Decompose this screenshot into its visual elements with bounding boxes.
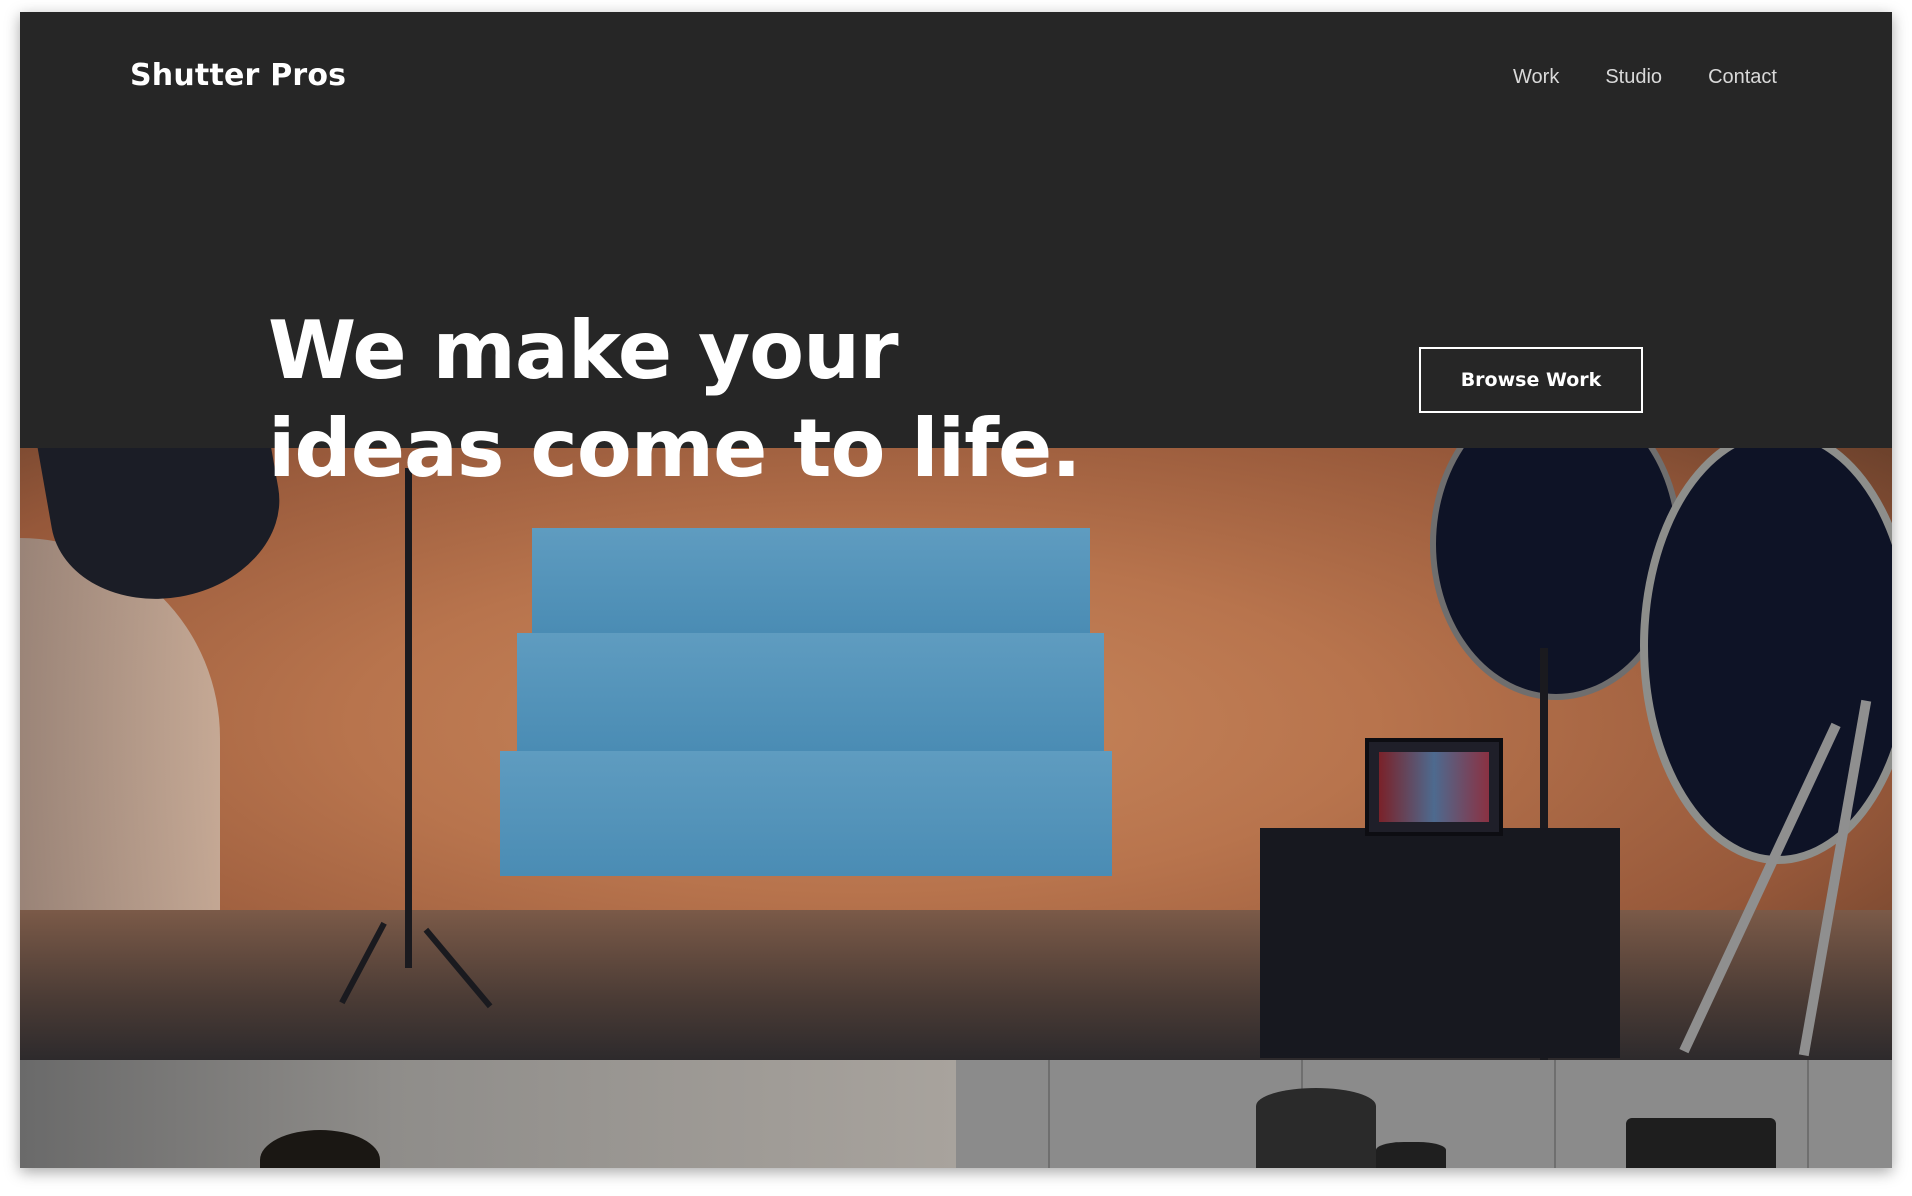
laptop xyxy=(1365,738,1503,836)
lens-hood-large xyxy=(1256,1088,1376,1168)
wall-panel-line xyxy=(1554,1060,1556,1168)
equipment-cart xyxy=(1260,828,1620,1058)
nav-link-work[interactable]: Work xyxy=(1513,66,1559,89)
thumbnail-gear[interactable] xyxy=(956,1060,1892,1168)
blue-step-bottom-right xyxy=(812,751,1112,876)
hero-headline: We make your ideas come to life. xyxy=(268,302,1082,498)
main-nav: Work Studio Contact xyxy=(1513,66,1777,89)
hero-studio-image xyxy=(20,448,1892,1060)
nav-link-studio[interactable]: Studio xyxy=(1605,66,1662,89)
wall-panel-line xyxy=(1807,1060,1809,1168)
nav-link-contact[interactable]: Contact xyxy=(1708,66,1777,89)
laptop-screen xyxy=(1379,752,1489,822)
page-frame: Shutter Pros Work Studio Contact We make… xyxy=(20,12,1892,1168)
hero-headline-line-2: ideas come to life. xyxy=(268,402,1082,495)
blue-step-middle-left xyxy=(517,633,814,751)
thumbnail-portrait[interactable] xyxy=(20,1060,956,1168)
blue-step-bottom-left xyxy=(500,751,814,876)
lens-small xyxy=(1376,1142,1446,1168)
backdrop-curtain xyxy=(20,538,220,958)
hero-headline-line-1: We make your xyxy=(268,304,899,397)
subject-hair xyxy=(260,1130,380,1168)
browse-work-button[interactable]: Browse Work xyxy=(1419,347,1643,413)
blue-step-middle-right xyxy=(812,633,1104,751)
blue-step-top-right xyxy=(812,528,1090,633)
light-stand-left xyxy=(405,468,412,968)
wall-panel-line xyxy=(1048,1060,1050,1168)
camera-body xyxy=(1626,1118,1776,1168)
blue-step-top-left xyxy=(532,528,814,633)
site-logo[interactable]: Shutter Pros xyxy=(130,58,346,93)
softbox-right-2 xyxy=(1640,448,1892,864)
